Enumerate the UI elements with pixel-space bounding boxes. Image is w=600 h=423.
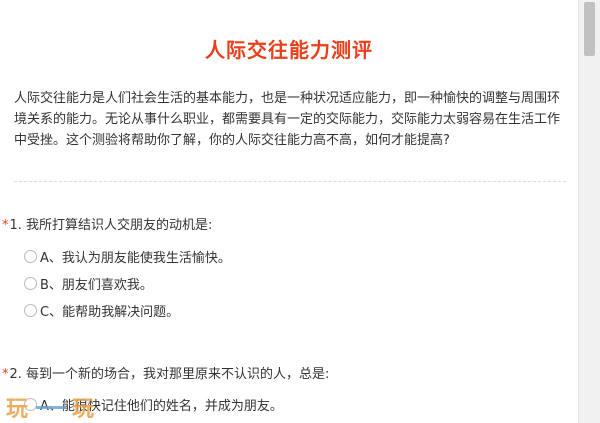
option-label: B、朋友们喜欢我。 xyxy=(40,277,153,293)
required-mark: * xyxy=(2,218,9,233)
question-title: *2. 每到一个新的场合，我对那里原来不认识的人，总是: xyxy=(0,365,578,385)
option-label: C、能帮助我解决问题。 xyxy=(40,304,180,320)
option-1a[interactable]: A、我认为朋友能使我生活愉快。 xyxy=(0,243,578,269)
vertical-scrollbar[interactable] xyxy=(578,0,600,423)
option-1c[interactable]: C、能帮助我解决问题。 xyxy=(0,297,578,323)
watermark-bar xyxy=(36,405,67,409)
survey-intro: 人际交往能力是人们社会生活的基本能力，也是一种状况适应能力，即一种愉快的调整与周… xyxy=(14,91,561,148)
radio-button[interactable] xyxy=(24,249,37,263)
watermark-logo: 玩 玩 xyxy=(6,392,96,422)
option-label: A、我认为朋友能使我生活愉快。 xyxy=(40,250,231,266)
radio-button[interactable] xyxy=(24,303,37,317)
radio-button[interactable] xyxy=(24,276,37,290)
survey-page: 人际交往能力测评 人际交往能力是人们社会生活的基本能力，也是一种状况适应能力，即… xyxy=(0,0,578,423)
page-title: 人际交往能力测评 xyxy=(205,38,373,62)
question-title: *1. 我所打算结识人交朋友的动机是: xyxy=(0,216,578,236)
option-1b[interactable]: B、朋友们喜欢我。 xyxy=(0,270,578,296)
required-mark: * xyxy=(2,367,9,382)
watermark-char-left: 玩 xyxy=(6,397,31,422)
divider xyxy=(14,181,566,182)
question-1: *1. 我所打算结识人交朋友的动机是: A、我认为朋友能使我生活愉快。 B、朋友… xyxy=(0,216,578,323)
question-text: 1. 我所打算结识人交朋友的动机是: xyxy=(9,218,213,233)
watermark-char-right: 玩 xyxy=(72,397,97,422)
scrollbar-thumb[interactable] xyxy=(584,2,595,56)
question-text: 2. 每到一个新的场合，我对那里原来不认识的人，总是: xyxy=(9,367,330,382)
